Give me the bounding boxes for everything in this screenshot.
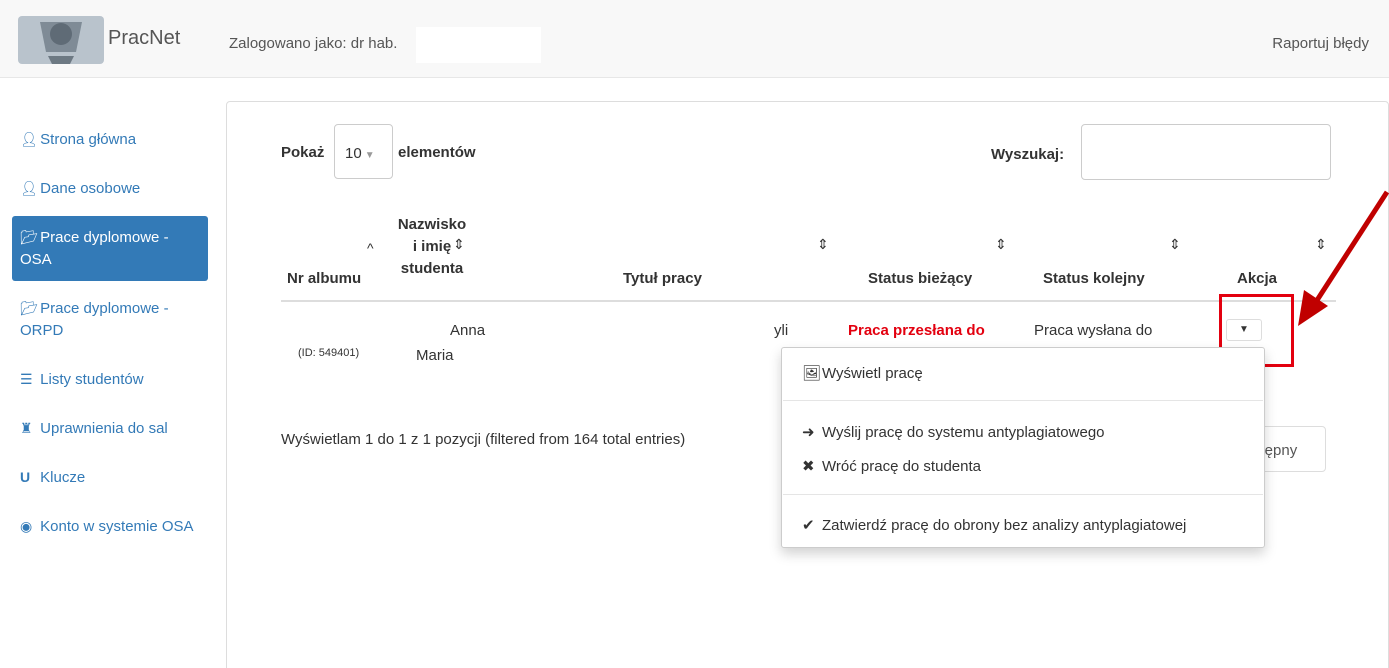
thesis-title-fragment: yli	[774, 322, 789, 339]
search-input[interactable]	[1081, 124, 1331, 180]
sidebar-item-label: Listy studentów	[40, 371, 144, 388]
sidebar-item-student-lists[interactable]: ☰ Listy studentów	[12, 358, 208, 401]
menu-item-label: Wyświetl pracę	[822, 365, 923, 382]
page-length-value: 10	[345, 145, 362, 162]
sidebar-item-theses-orpd[interactable]: 📂︎ Prace dyplomowe - ORPD	[12, 287, 208, 352]
student-second-name: Maria	[416, 347, 454, 364]
col-header-status-current[interactable]: Status bieżący	[868, 268, 972, 290]
sidebar-item-keys[interactable]: U Klucze	[12, 456, 208, 499]
sidebar-item-home[interactable]: 👤︎ Strona główna	[12, 118, 208, 161]
sidebar-item-label: Uprawnienia do sal	[40, 420, 168, 437]
col-header-action[interactable]: Akcja	[1237, 268, 1277, 290]
sidebar-item-theses-osa[interactable]: 📂︎ Prace dyplomowe - OSA	[12, 216, 208, 281]
image-icon: 🖼︎	[802, 365, 822, 382]
menu-item-label: Zatwierdź pracę do obrony bez analizy an…	[822, 517, 1187, 534]
col-header-title[interactable]: Tytuł pracy	[623, 268, 702, 290]
menu-divider	[783, 494, 1263, 495]
user-icon: 👤︎	[20, 180, 38, 196]
sidebar-item-label: Prace dyplomowe - ORPD	[20, 300, 169, 339]
magnet-icon: U	[20, 469, 31, 485]
show-label: Pokaż	[281, 144, 325, 161]
sort-both-icon[interactable]: ⇕	[995, 236, 1007, 253]
report-bugs-link[interactable]: Raportuj błędy	[1272, 35, 1369, 52]
check-icon: ✔	[802, 517, 815, 534]
sidebar-item-osa-account[interactable]: ◉ Konto w systemie OSA	[12, 505, 208, 548]
remove-icon: ✖	[802, 458, 815, 475]
menu-divider	[783, 400, 1263, 401]
list-icon: ☰	[20, 371, 33, 387]
student-first-name: Anna	[450, 322, 486, 339]
sidebar-item-room-permissions[interactable]: ♜ Uprawnienia do sal	[12, 407, 208, 450]
university-logo[interactable]	[18, 12, 104, 70]
user-name-redacted	[416, 27, 541, 63]
action-dropdown-menu: 🖼︎Wyświetl pracę ➜ Wyślij pracę do system…	[781, 347, 1265, 548]
sidebar-nav: 👤︎ Strona główna 👤︎ Dane osobowe 📂︎ Prac…	[12, 118, 208, 554]
sort-both-icon[interactable]: ⇕	[817, 236, 829, 253]
sidebar-item-personal-data[interactable]: 👤︎ Dane osobowe	[12, 167, 208, 210]
annotation-arrow	[1298, 190, 1389, 326]
album-id: (ID: 549401)	[298, 347, 360, 359]
table-info: Wyświetlam 1 do 1 z 1 pozycji (filtered …	[281, 431, 686, 448]
folder-open-icon: 📂︎	[20, 300, 38, 316]
status-next: Praca wysłana do	[1034, 322, 1153, 339]
search-label: Wyszukaj:	[991, 146, 1065, 163]
app-brand[interactable]: PracNet	[108, 27, 180, 50]
folder-open-icon: 📂︎	[20, 229, 38, 245]
user-icon: 👤︎	[20, 131, 38, 147]
col-header-status-next[interactable]: Status kolejny	[1043, 268, 1145, 290]
menu-item-approve-without-analysis[interactable]: ✔ Zatwierdź pracę do obrony bez analizy a…	[802, 516, 1186, 534]
top-navbar: PracNet Zalogowano jako: dr hab. Raportu…	[0, 0, 1389, 78]
share-arrow-icon: ➜	[802, 424, 815, 441]
sidebar-item-label: Dane osobowe	[40, 180, 141, 197]
sort-both-icon[interactable]: ⇕	[453, 236, 465, 253]
menu-item-send-antiplagiarism[interactable]: ➜ Wyślij pracę do systemu antyplagiatoweg…	[802, 423, 1105, 441]
sidebar-item-label: Konto w systemie OSA	[40, 518, 194, 535]
sidebar-item-label: Strona główna	[40, 131, 137, 148]
tower-icon: ♜	[20, 420, 33, 436]
sidebar-item-label: Prace dyplomowe - OSA	[20, 229, 169, 268]
menu-item-return-to-student[interactable]: ✖ Wróć pracę do studenta	[802, 457, 981, 475]
status-current: Praca przesłana do	[848, 322, 985, 339]
table-header-divider	[281, 300, 1336, 302]
logged-in-label: Zalogowano jako: dr hab.	[229, 35, 398, 52]
col-header-album[interactable]: Nr albumu	[287, 268, 361, 290]
menu-item-view-thesis[interactable]: 🖼︎Wyświetl pracę	[802, 364, 923, 382]
eye-icon: ◉	[20, 518, 33, 534]
sidebar-item-label: Klucze	[40, 469, 86, 486]
elements-label: elementów	[398, 144, 476, 161]
sort-both-icon[interactable]: ⇕	[1169, 236, 1181, 253]
menu-item-label: Wyślij pracę do systemu antyplagiatowego	[822, 424, 1105, 441]
page-length-select[interactable]: 10 ▼	[334, 124, 393, 179]
caret-down-icon: ▼	[364, 150, 375, 161]
sort-asc-icon[interactable]: ^	[367, 240, 374, 256]
menu-item-label: Wróć pracę do studenta	[822, 458, 981, 475]
